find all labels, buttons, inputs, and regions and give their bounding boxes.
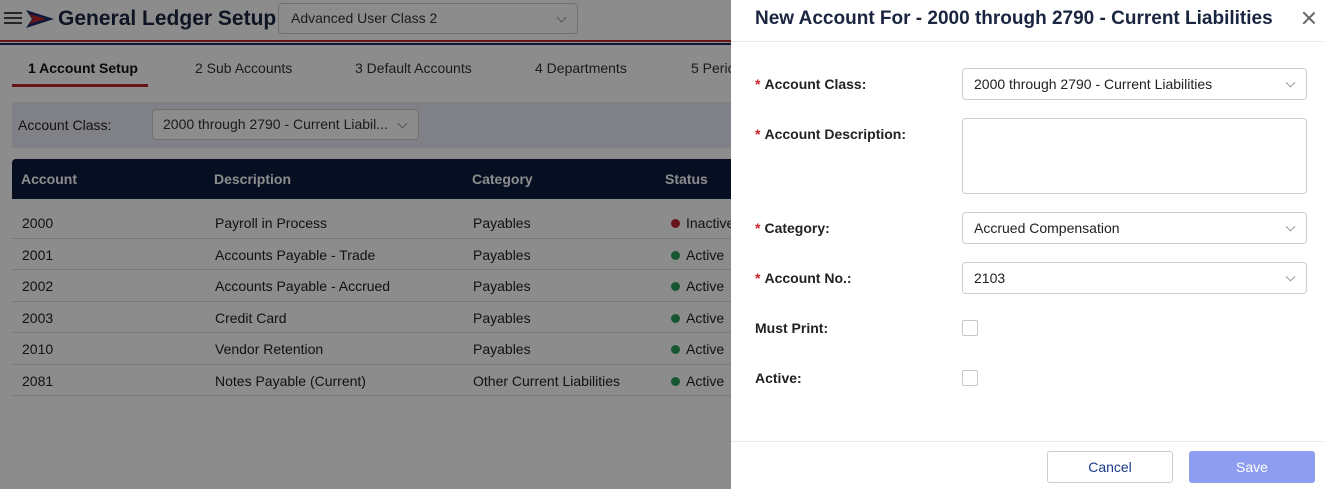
drawer-footer-divider <box>731 441 1324 442</box>
modal-backdrop[interactable] <box>0 0 731 489</box>
chevron-down-icon <box>1285 77 1296 88</box>
account-class-select[interactable]: 2000 through 2790 - Current Liabilities <box>962 68 1307 100</box>
account-description-textarea[interactable] <box>962 118 1307 194</box>
new-account-drawer: New Account For - 2000 through 2790 - Cu… <box>731 0 1324 489</box>
chevron-down-icon <box>1285 221 1296 232</box>
save-button[interactable]: Save <box>1189 451 1315 483</box>
account-class-value: 2000 through 2790 - Current Liabilities <box>974 76 1213 92</box>
account-class-label: * Account Class: <box>755 76 867 92</box>
account-no-label: * Account No.: <box>755 270 852 286</box>
must-print-label: Must Print: <box>755 320 829 336</box>
category-value: Accrued Compensation <box>974 220 1120 236</box>
required-mark: * <box>755 270 761 286</box>
required-mark: * <box>755 220 761 236</box>
account-no-value: 2103 <box>974 270 1006 286</box>
active-label: Active: <box>755 370 802 386</box>
category-label: * Category: <box>755 220 830 236</box>
cancel-button[interactable]: Cancel <box>1047 451 1173 483</box>
required-mark: * <box>755 76 761 92</box>
must-print-checkbox[interactable] <box>962 320 978 336</box>
drawer-header-divider <box>731 41 1324 42</box>
active-checkbox[interactable] <box>962 370 978 386</box>
required-mark: * <box>755 126 761 142</box>
account-no-select[interactable]: 2103 <box>962 262 1307 294</box>
drawer-title: New Account For - 2000 through 2790 - Cu… <box>755 8 1273 29</box>
close-icon[interactable] <box>1301 10 1317 26</box>
category-select[interactable]: Accrued Compensation <box>962 212 1307 244</box>
chevron-down-icon <box>1285 271 1296 282</box>
account-description-label: * Account Description: <box>755 126 907 142</box>
